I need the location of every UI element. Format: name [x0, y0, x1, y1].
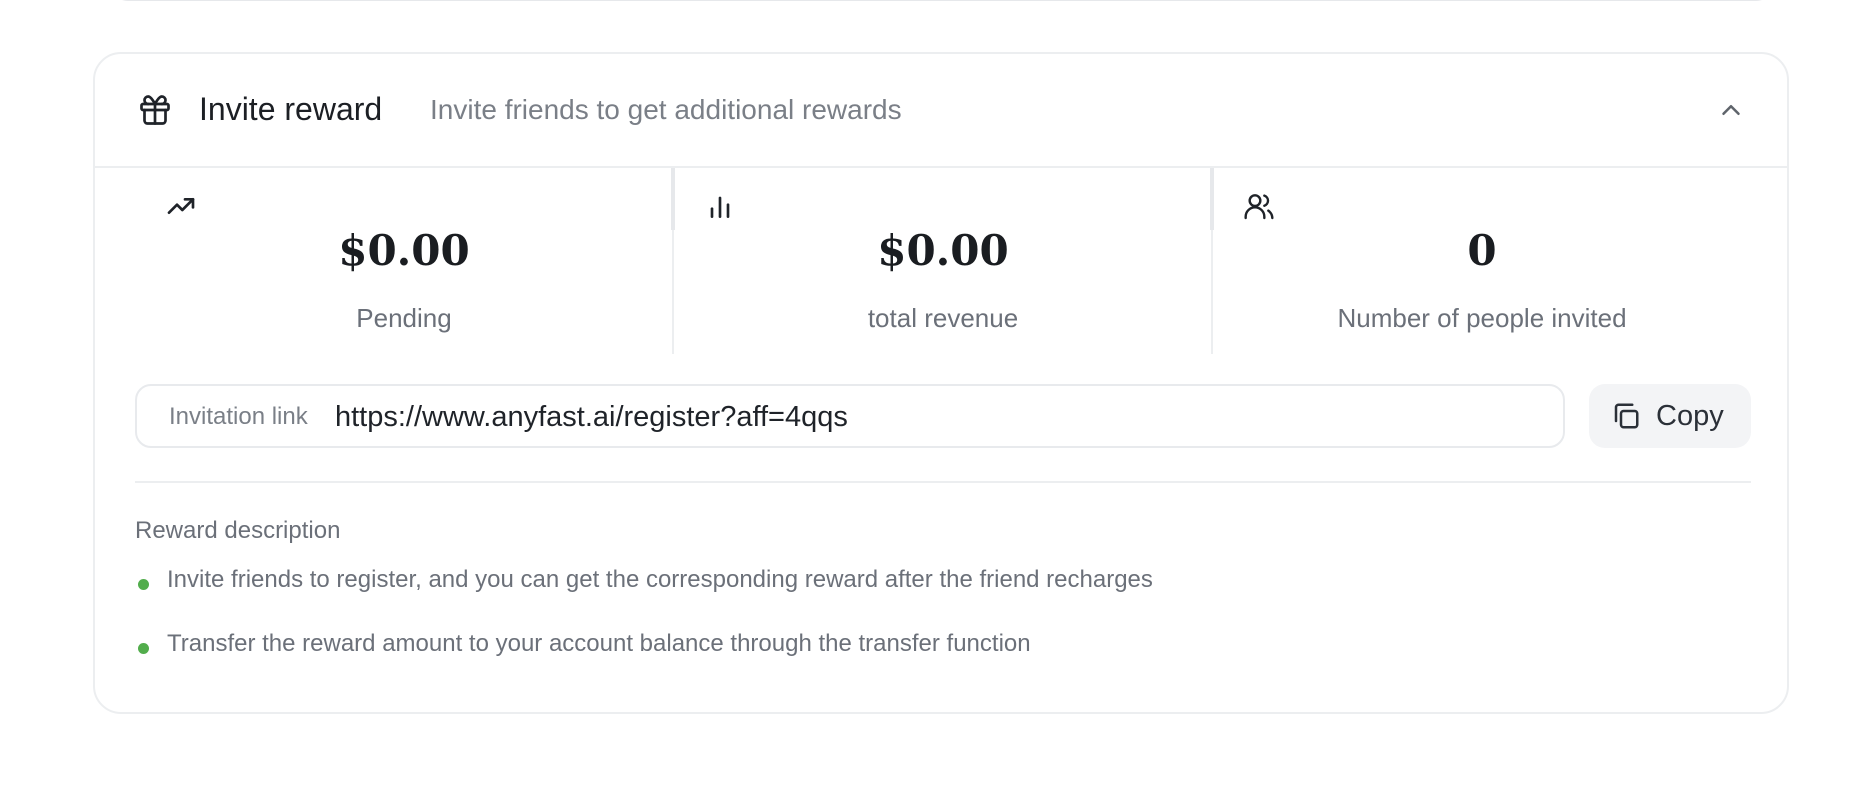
trending-up-icon — [167, 198, 195, 214]
copy-button-label: Copy — [1656, 400, 1724, 432]
bullet-dot — [138, 579, 149, 590]
invite-reward-header[interactable]: Invite reward Invite friends to get addi… — [95, 54, 1787, 168]
card-subtitle: Invite friends to get additional rewards — [430, 94, 902, 125]
stat-label: Pending — [356, 303, 452, 333]
users-icon — [1244, 194, 1274, 220]
copy-icon — [1614, 403, 1639, 429]
invite-reward-card: Invite reward Invite friends to get addi… — [93, 52, 1789, 714]
stat-value: $0.00 — [338, 226, 470, 275]
copy-button[interactable]: Copy — [1589, 384, 1751, 448]
stat-value: $0.00 — [877, 226, 1009, 275]
bullet-dot — [138, 643, 149, 654]
card-title: Invite reward — [199, 91, 383, 127]
invitation-link-url[interactable]: https://www.anyfast.ai/register?aff=4qqs — [335, 399, 848, 435]
stat-label: total revenue — [867, 303, 1019, 333]
invitation-link-label: Invitation link — [169, 403, 308, 430]
reward-description-text: Invite friends to register, and you can … — [167, 566, 1153, 593]
invitation-link-field[interactable]: Invitation link https://www.anyfast.ai/r… — [135, 384, 1565, 448]
reward-description-text: Transfer the reward amount to your accou… — [167, 630, 1031, 657]
chevron-up-icon — [1722, 105, 1740, 115]
stat-total-revenue: $0.00 total revenue — [674, 168, 1212, 354]
stat-people-invited: 0 Number of people invited — [1213, 168, 1751, 354]
stat-pending: $0.00 Pending — [135, 168, 673, 354]
collapse-button[interactable] — [1711, 90, 1751, 130]
bar-chart-icon — [710, 196, 730, 218]
previous-card-edge — [110, 0, 1774, 1]
reward-description-title: Reward description — [135, 517, 341, 544]
gift-icon — [140, 95, 170, 125]
stats-row: $0.00 Pending $0.00 total revenue 0 Numb… — [135, 168, 1751, 354]
section-divider — [135, 481, 1751, 483]
stat-label: Number of people invited — [1337, 303, 1627, 333]
stat-value: 0 — [1467, 226, 1497, 275]
